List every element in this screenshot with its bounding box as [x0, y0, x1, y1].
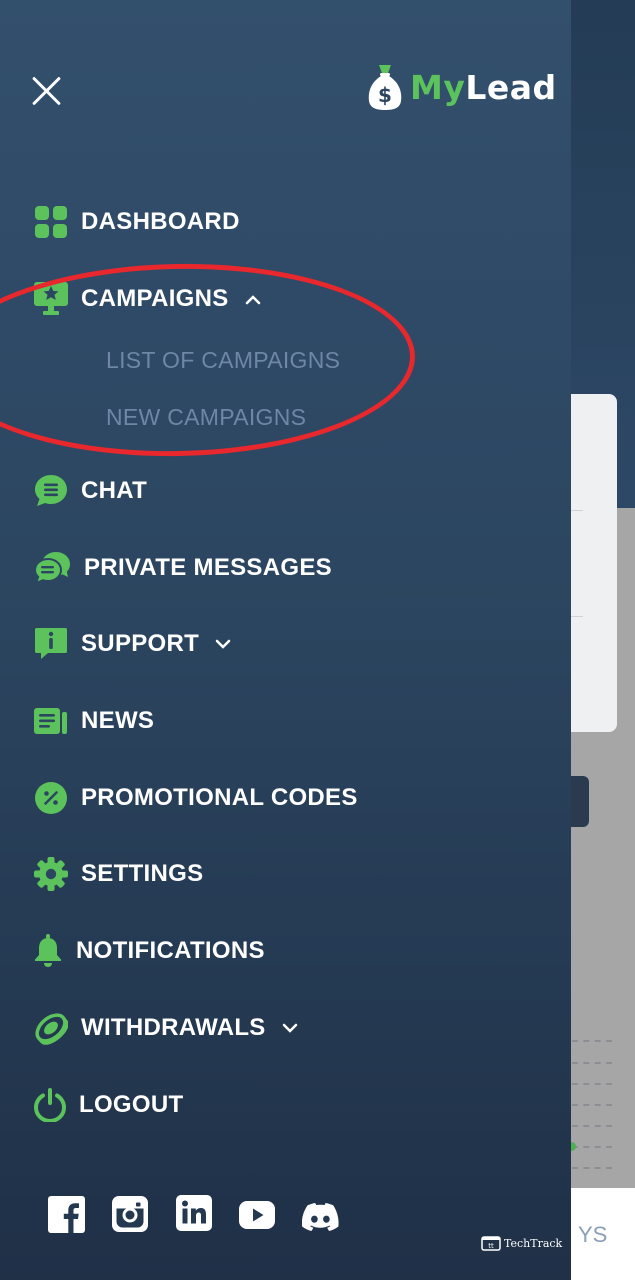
menu-item-news[interactable]: NEWS: [34, 704, 154, 738]
background-button: [571, 776, 589, 827]
chevron-down-icon[interactable]: [282, 1022, 298, 1034]
menu-label-dashboard: DASHBOARD: [81, 208, 240, 235]
menu-label-chat: CHAT: [81, 477, 148, 504]
campaigns-monitor-icon: [34, 282, 68, 316]
submenu-item-new-campaigns[interactable]: NEW CAMPAIGNS: [106, 404, 306, 431]
background-card-line: [571, 616, 583, 617]
power-icon: [34, 1088, 66, 1122]
navigation-drawer: $ MyLead DASHBOARD CAMPAIGNS LIST OF CAM…: [0, 0, 571, 1280]
logo-text-my: My: [410, 67, 466, 107]
menu-label-settings: SETTINGS: [81, 860, 204, 887]
chevron-down-icon[interactable]: [215, 638, 231, 650]
menu-label-support: SUPPORT: [81, 630, 200, 657]
background-grid-line: [572, 1104, 612, 1106]
youtube-icon[interactable]: [239, 1201, 275, 1229]
background-card-line: [571, 510, 583, 511]
chat-icon: [34, 474, 68, 508]
background-grid-line: [572, 1167, 612, 1169]
menu-label-promotional-codes: PROMOTIONAL CODES: [81, 784, 358, 811]
menu-item-settings[interactable]: SETTINGS: [34, 857, 203, 891]
gear-icon: [34, 857, 68, 891]
bell-icon: [34, 934, 62, 968]
mylead-logo[interactable]: $ MyLead: [366, 62, 557, 112]
menu-item-dashboard[interactable]: DASHBOARD: [34, 205, 240, 239]
menu-item-promotional-codes[interactable]: PROMOTIONAL CODES: [34, 781, 358, 815]
dashboard-icon: [34, 205, 68, 239]
background-grid-line: [572, 1125, 612, 1127]
support-info-icon: [34, 627, 68, 661]
menu-item-chat[interactable]: CHAT: [34, 474, 147, 508]
menu-item-logout[interactable]: LOGOUT: [34, 1088, 183, 1122]
facebook-icon[interactable]: [48, 1196, 85, 1233]
svg-text:$: $: [378, 83, 392, 107]
menu-item-campaigns[interactable]: CAMPAIGNS: [34, 282, 261, 316]
news-icon: [34, 704, 68, 738]
background-grid-line: [572, 1062, 612, 1064]
background-footer-text: YS: [578, 1222, 608, 1247]
instagram-icon[interactable]: [112, 1196, 148, 1232]
chevron-up-icon[interactable]: [245, 293, 261, 305]
menu-label-news: NEWS: [81, 707, 155, 734]
svg-text:tt: tt: [488, 1242, 494, 1250]
linkedin-icon[interactable]: [176, 1195, 212, 1231]
menu-label-logout: LOGOUT: [79, 1091, 184, 1118]
logo-text-lead: Lead: [465, 67, 557, 107]
background-grid-line: [572, 1040, 612, 1042]
discord-icon[interactable]: [302, 1203, 339, 1231]
withdraw-coin-icon: [34, 1011, 68, 1045]
menu-item-support[interactable]: SUPPORT: [34, 627, 231, 661]
menu-item-private-messages[interactable]: PRIVATE MESSAGES: [34, 551, 332, 585]
background-card: [571, 394, 617, 732]
money-bag-icon: $: [368, 65, 402, 110]
background-grid-line: [572, 1083, 612, 1085]
menu-label-notifications: NOTIFICATIONS: [76, 937, 265, 964]
close-icon[interactable]: [30, 74, 64, 108]
percent-badge-icon: [34, 781, 68, 815]
watermark: tt TechTrack: [481, 1236, 562, 1251]
menu-item-withdrawals[interactable]: WITHDRAWALS: [34, 1011, 298, 1045]
submenu-item-list-of-campaigns[interactable]: LIST OF CAMPAIGNS: [106, 347, 340, 374]
background-grid-line: [572, 1146, 612, 1148]
menu-item-notifications[interactable]: NOTIFICATIONS: [34, 934, 265, 968]
menu-label-campaigns: CAMPAIGNS: [81, 285, 229, 312]
messages-icon: [34, 551, 71, 585]
watermark-logo-icon: tt: [481, 1236, 501, 1251]
watermark-text: TechTrack: [504, 1237, 563, 1250]
menu-label-withdrawals: WITHDRAWALS: [81, 1014, 266, 1041]
menu-label-private-messages: PRIVATE MESSAGES: [84, 554, 332, 581]
